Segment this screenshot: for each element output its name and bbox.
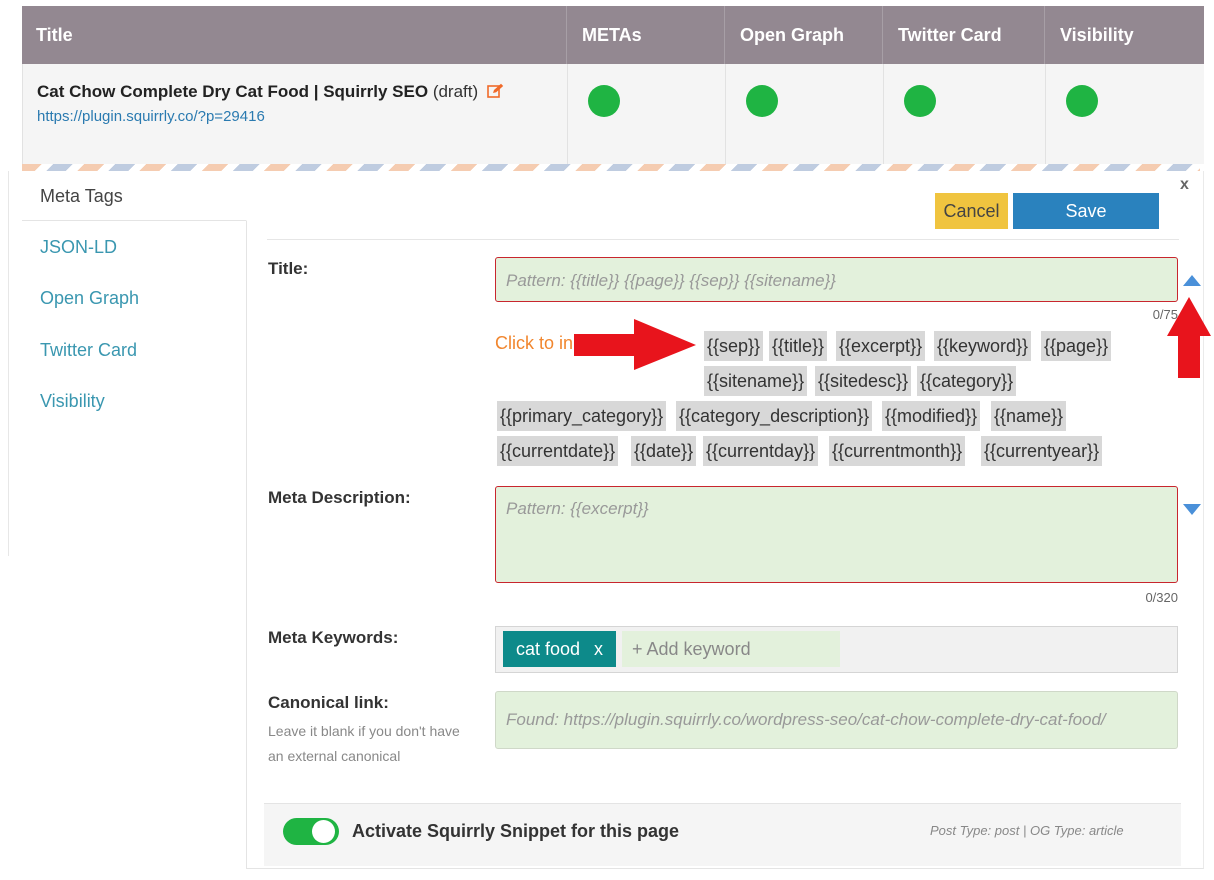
annotation-arrow-right-icon bbox=[574, 319, 696, 370]
annotation-arrow-up-icon bbox=[1167, 297, 1211, 378]
annotation-overlay bbox=[574, 297, 1211, 378]
